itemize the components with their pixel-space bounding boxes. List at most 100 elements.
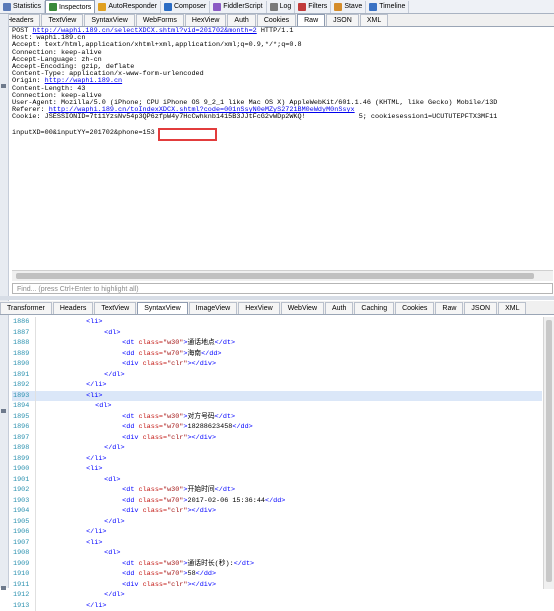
- tab-raw[interactable]: Raw: [297, 14, 325, 26]
- code-token: ></div>: [187, 581, 216, 589]
- code-token: class=: [139, 560, 163, 568]
- code-token: class=: [143, 360, 167, 368]
- toolbar-label: Composer: [174, 3, 206, 10]
- tab-xml[interactable]: XML: [498, 302, 526, 314]
- line-number: 1903: [12, 496, 35, 507]
- code-line: 1913</li>: [12, 601, 542, 611]
- line-number: 1888: [12, 338, 35, 349]
- code-token: "w30": [163, 560, 183, 568]
- toolbar-fiddlerscript[interactable]: FiddlerScript: [210, 1, 266, 13]
- tab-headers[interactable]: Headers: [53, 302, 93, 314]
- panel-splitter[interactable]: [0, 296, 554, 300]
- toolbar-label: FiddlerScript: [223, 3, 262, 10]
- tab-auth[interactable]: Auth: [227, 14, 255, 26]
- code-token: </dt>: [234, 560, 254, 568]
- line-number: 1899: [12, 454, 35, 465]
- code-token: <dd: [122, 423, 138, 431]
- log-icon: [270, 3, 278, 11]
- tab-auth[interactable]: Auth: [325, 302, 353, 314]
- raw-line: POST http://waphi.189.cn/selectXDCX.shtm…: [12, 28, 551, 35]
- code-line: 1905</dl>: [12, 517, 542, 528]
- tab-webforms[interactable]: WebForms: [136, 14, 184, 26]
- tab-hexview[interactable]: HexView: [185, 14, 227, 26]
- code-line: 1903 <dd class="w70">2017-02-06 15:36:44<…: [12, 496, 542, 507]
- code-line: 1911 <div class="clr"></div>: [12, 580, 542, 591]
- code-line: 1894<dl>: [12, 401, 542, 412]
- tab-cookies[interactable]: Cookies: [395, 302, 434, 314]
- tab-webview[interactable]: WebView: [281, 302, 324, 314]
- tab-json[interactable]: JSON: [464, 302, 497, 314]
- code-text: <dl>: [41, 475, 120, 486]
- toolbar-stave[interactable]: Stave: [331, 1, 366, 13]
- line-number: 1889: [12, 349, 35, 360]
- toolbar-composer[interactable]: Composer: [161, 1, 210, 13]
- code-token: <li>: [86, 392, 102, 400]
- code-text: <div class="clr"></div>: [41, 580, 216, 591]
- line-number: 1891: [12, 370, 35, 381]
- code-token: <dl>: [104, 549, 120, 557]
- tab-transformer[interactable]: Transformer: [0, 302, 52, 314]
- vertical-scrollbar[interactable]: [543, 317, 554, 589]
- toolbar-autoresponder[interactable]: AutoResponder: [95, 1, 161, 13]
- code-token: ></div>: [187, 434, 216, 442]
- code-text: </dl>: [41, 517, 125, 528]
- code-line: 1899 </li>: [12, 454, 542, 465]
- code-token: </li>: [86, 455, 106, 463]
- line-number: 1909: [12, 559, 35, 570]
- toolbar-label: AutoResponder: [108, 3, 157, 10]
- syntax-view[interactable]: 1886<li>1887<dl>1888<dt class="w30">通话地点…: [12, 317, 542, 589]
- toolbar-inspectors[interactable]: Inspectors: [45, 0, 95, 13]
- code-line: 1902<dt class="w30">开始时间</dt>: [12, 485, 542, 496]
- tab-hexview[interactable]: HexView: [238, 302, 280, 314]
- code-token: class=: [139, 497, 163, 505]
- code-token: class=: [143, 581, 167, 589]
- code-token: <dt: [122, 486, 138, 494]
- toolbar-timeline[interactable]: Timeline: [366, 1, 409, 13]
- code-text: <dt class="w30">通话时长(秒):</dt>: [41, 559, 254, 570]
- code-text: <dd class="w70">2017-02-06 15:36:44</dd>: [41, 496, 285, 507]
- toolbar-log[interactable]: Log: [267, 1, 296, 13]
- tab-cookies[interactable]: Cookies: [257, 14, 296, 26]
- code-token: </dl>: [104, 444, 124, 452]
- code-text: </dl>: [41, 590, 125, 601]
- tab-xml[interactable]: XML: [360, 14, 388, 26]
- code-line: 1912</dl>: [12, 590, 542, 601]
- code-line: 1906</li>: [12, 527, 542, 538]
- tab-syntaxview[interactable]: SyntaxView: [84, 14, 134, 26]
- tab-caching[interactable]: Caching: [354, 302, 394, 314]
- find-input[interactable]: Find... (press Ctrl+Enter to highlight a…: [12, 283, 553, 294]
- code-token: class=: [139, 350, 163, 358]
- tab-raw[interactable]: Raw: [435, 302, 463, 314]
- toolbar-statistics[interactable]: Statistics: [0, 1, 45, 13]
- tab-json[interactable]: JSON: [326, 14, 359, 26]
- code-text: </dl>: [41, 370, 125, 381]
- code-text: <dd class="w70">海南</dd>: [41, 349, 221, 360]
- code-token: <dd: [122, 350, 138, 358]
- code-text: <dt class="w30">通话地点</dt>: [41, 338, 235, 349]
- scroll-thumb[interactable]: [16, 273, 534, 279]
- code-token: class=: [139, 339, 163, 347]
- composer-icon: [164, 3, 172, 11]
- toolbar-filters[interactable]: Filters: [295, 1, 331, 13]
- tab-imageview[interactable]: ImageView: [189, 302, 238, 314]
- line-number: 1896: [12, 422, 35, 433]
- code-token: class=: [139, 570, 163, 578]
- scroll-thumb[interactable]: [546, 320, 552, 582]
- tab-syntaxview[interactable]: SyntaxView: [137, 302, 187, 314]
- code-token: </dd>: [265, 497, 285, 505]
- raw-request-view[interactable]: POST http://waphi.189.cn/selectXDCX.shtm…: [12, 28, 551, 266]
- code-token: <li>: [86, 465, 102, 473]
- code-token: </dt>: [215, 413, 235, 421]
- code-token: 通话地点: [187, 339, 214, 347]
- code-token: class=: [139, 413, 163, 421]
- code-token: </dd>: [201, 350, 221, 358]
- tab-textview[interactable]: TextView: [94, 302, 136, 314]
- code-token: <dt: [122, 413, 138, 421]
- horizontal-scrollbar[interactable]: [12, 270, 553, 281]
- code-token: <dd: [122, 497, 138, 505]
- tab-textview[interactable]: TextView: [41, 14, 83, 26]
- line-number: 1911: [12, 580, 35, 591]
- toolbar-label: Timeline: [379, 3, 405, 10]
- code-line: 1907<li>: [12, 538, 542, 549]
- line-number: 1904: [12, 506, 35, 517]
